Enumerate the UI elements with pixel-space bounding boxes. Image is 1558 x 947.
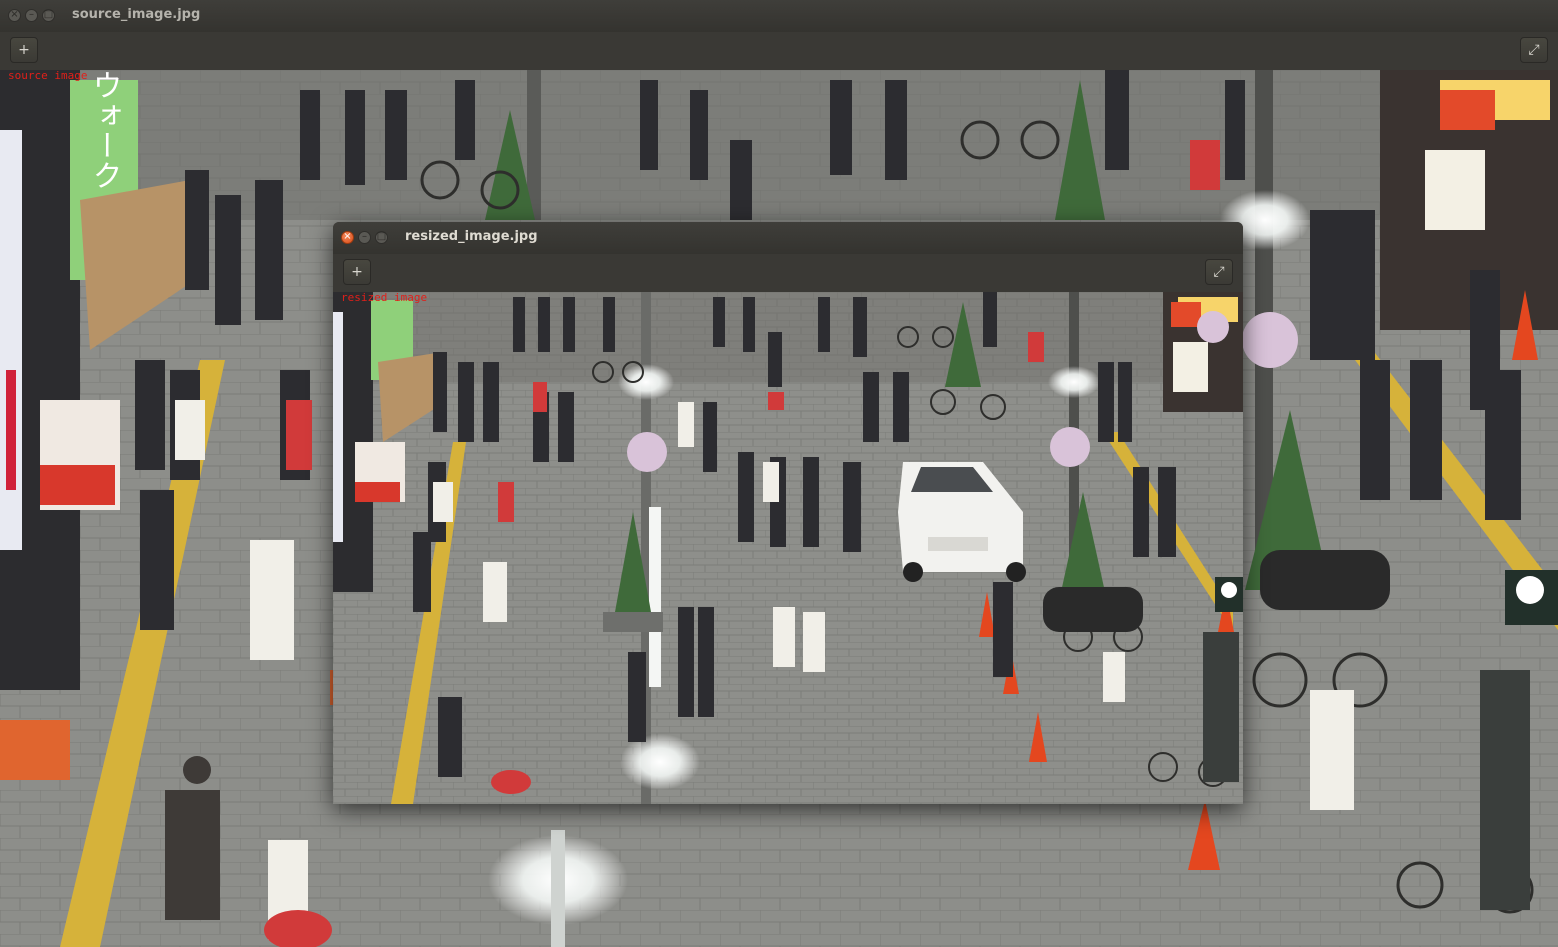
source-window-titlebar[interactable]: × – □ source_image.jpg — [0, 0, 1558, 32]
add-button[interactable]: + — [10, 37, 38, 63]
expand-icon: ⤢ — [1528, 42, 1540, 58]
maximize-window-button[interactable]: □ — [42, 9, 55, 22]
resized-window-controls: × – □ — [341, 231, 388, 244]
window-title: resized_image.jpg — [405, 229, 538, 244]
plus-icon: + — [18, 42, 30, 58]
shop-sign-text: ウォーク — [87, 70, 122, 190]
minimize-window-button[interactable]: – — [25, 9, 38, 22]
maximize-icon: □ — [43, 9, 54, 20]
close-window-button[interactable]: × — [8, 9, 21, 22]
add-button[interactable]: + — [343, 259, 371, 285]
minimize-icon: – — [362, 231, 367, 242]
resized-image-window: × – □ resized_image.jpg + ⤢ resized imag… — [333, 222, 1243, 804]
close-icon: × — [10, 9, 19, 20]
window-title: source_image.jpg — [72, 7, 201, 22]
source-window-toolbar: + ⤢ — [0, 32, 1558, 71]
resized-window-titlebar[interactable]: × – □ resized_image.jpg — [333, 222, 1243, 254]
maximize-icon: □ — [376, 231, 387, 242]
minimize-window-button[interactable]: – — [358, 231, 371, 244]
expand-icon: ⤢ — [1213, 264, 1225, 280]
fullscreen-button[interactable]: ⤢ — [1520, 37, 1548, 63]
plus-icon: + — [351, 264, 363, 280]
fullscreen-button[interactable]: ⤢ — [1205, 259, 1233, 285]
source-window-controls: × – □ — [8, 9, 55, 22]
street-scene-photo-resized — [333, 292, 1243, 804]
resized-image-label: resized image — [341, 292, 428, 304]
maximize-window-button[interactable]: □ — [375, 231, 388, 244]
source-image-label: source image — [8, 70, 88, 82]
close-window-button[interactable]: × — [341, 231, 354, 244]
resized-image-canvas[interactable]: resized image — [333, 292, 1243, 804]
close-icon: × — [343, 231, 352, 242]
minimize-icon: – — [29, 9, 34, 20]
resized-window-toolbar: + ⤢ — [333, 254, 1243, 293]
